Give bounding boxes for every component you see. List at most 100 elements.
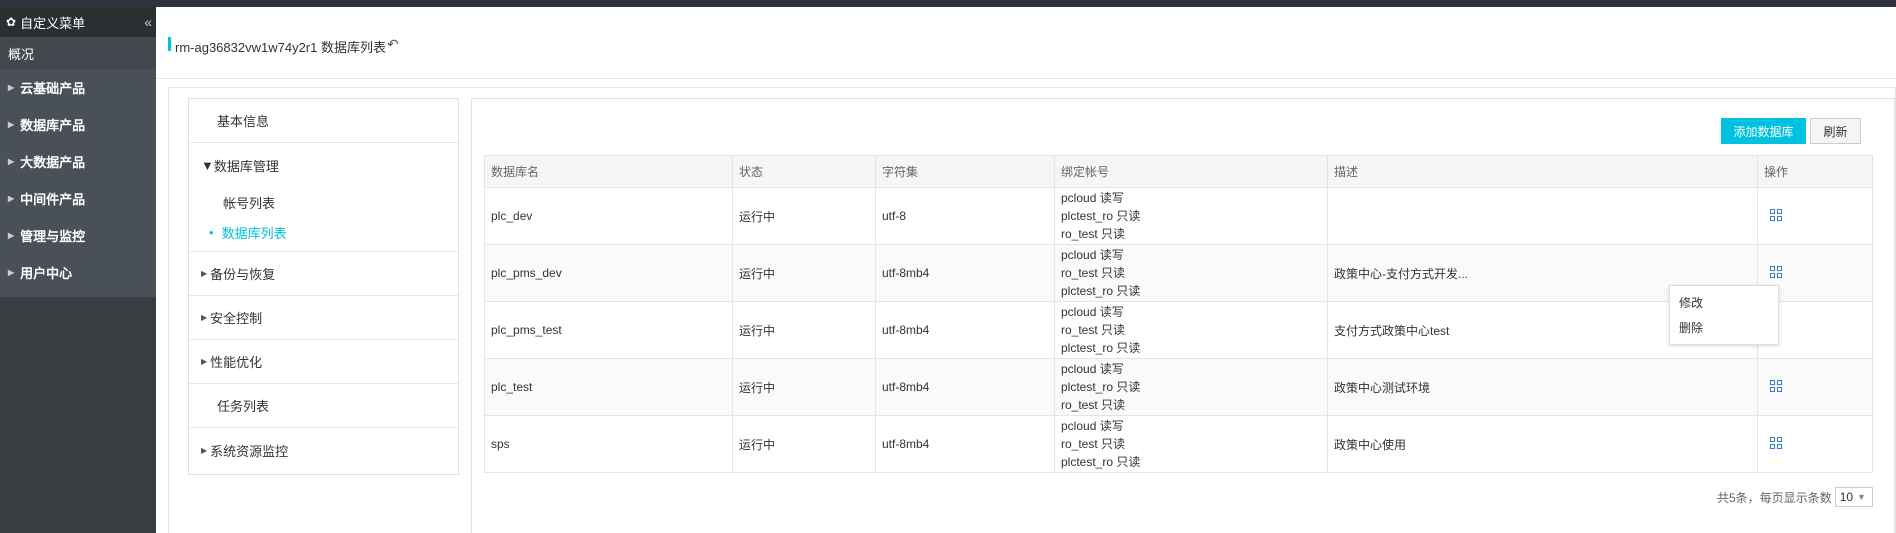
- nav-perf[interactable]: ▶ 性能优化: [189, 340, 458, 384]
- charset: utf-8mb4: [875, 358, 1055, 416]
- nav-label: 基本信息: [217, 114, 270, 129]
- sidebar-item-label: 用户中心: [20, 266, 73, 281]
- nav-group-db-mgmt: ▼ 数据库管理 帐号列表 • 数据库列表: [189, 143, 458, 252]
- nav-sys-monitor[interactable]: ▶ 系统资源监控: [189, 428, 458, 472]
- actions-cell: [1757, 187, 1873, 245]
- nav-backup[interactable]: ▶ 备份与恢复: [189, 252, 458, 296]
- db-name: plc_test: [484, 358, 733, 416]
- caret-right-icon: ▶: [8, 83, 15, 92]
- charset: utf-8mb4: [875, 415, 1055, 473]
- nav-db-list[interactable]: • 数据库列表: [189, 217, 458, 247]
- nav-label: 性能优化: [210, 355, 263, 370]
- sidebar-item-label: 中间件产品: [20, 192, 86, 207]
- sidebar-item-overview[interactable]: 概况: [0, 37, 156, 69]
- sidebar-empty: [0, 297, 156, 533]
- status-text: 运行中: [732, 244, 876, 302]
- account-entry: pcloud 读写: [1061, 419, 1124, 433]
- account-entry: ro_test 只读: [1061, 323, 1126, 337]
- status-text: 运行中: [732, 301, 876, 359]
- account-entry: ro_test 只读: [1061, 227, 1126, 241]
- account-entry: plctest_ro 只读: [1061, 209, 1141, 223]
- sidebar-item-monitoring[interactable]: ▶ 管理与监控: [0, 217, 156, 254]
- title-accent: [168, 37, 171, 51]
- add-database-button[interactable]: 添加数据库: [1721, 118, 1806, 144]
- description: [1327, 187, 1758, 245]
- charset: utf-8mb4: [875, 244, 1055, 302]
- refresh-button[interactable]: 刷新: [1810, 118, 1861, 144]
- nav-label: 数据库列表: [221, 225, 287, 241]
- sidebar-header-label: 自定义菜单: [20, 15, 86, 31]
- sidebar-item-bigdata[interactable]: ▶ 大数据产品: [0, 143, 156, 180]
- caret-right-icon: ▶: [201, 269, 208, 278]
- table-row: plc_pms_test 运行中 utf-8mb4 pcloud 读写 ro_t…: [484, 301, 1873, 359]
- account-entry: pcloud 读写: [1061, 362, 1124, 376]
- status-text: 运行中: [732, 358, 876, 416]
- sidebar-header[interactable]: ✿ 自定义菜单 «: [0, 7, 156, 37]
- grid-menu-icon[interactable]: [1770, 265, 1782, 278]
- grid-menu-icon[interactable]: [1770, 436, 1782, 449]
- charset: utf-8: [875, 187, 1055, 245]
- caret-right-icon: ▶: [8, 120, 15, 129]
- column-header: 操作: [1757, 155, 1873, 188]
- page-title: rm-ag36832vw1w74y2r1 数据库列表: [175, 40, 386, 55]
- grid-menu-icon[interactable]: [1770, 208, 1782, 221]
- description: 政策中心测试环境: [1327, 358, 1758, 416]
- caret-right-icon: ▶: [201, 445, 208, 455]
- sidebar-item-cloud-basic[interactable]: ▶ 云基础产品: [0, 69, 156, 106]
- sidebar-menu: ▶ 云基础产品 ▶ 数据库产品 ▶ 大数据产品 ▶ 中间件产品 ▶ 管理与监控 ▶ 用户中心: [0, 69, 156, 297]
- account-entry: plctest_ro 只读: [1061, 380, 1141, 394]
- nav-security[interactable]: ▶ 安全控制: [189, 296, 458, 340]
- db-name: plc_pms_dev: [484, 244, 733, 302]
- account-entry: pcloud 读写: [1061, 248, 1124, 262]
- sidebar-item-user-center[interactable]: ▶ 用户中心: [0, 254, 156, 291]
- caret-right-icon: ▶: [8, 231, 15, 240]
- database-table: 数据库名 状态 字符集 绑定帐号 描述 操作 plc_dev 运行中 utf-8…: [484, 155, 1873, 473]
- status-text: 运行中: [732, 415, 876, 473]
- caret-right-icon: ▶: [201, 313, 208, 322]
- bound-accounts: pcloud 读写 ro_test 只读 plctest_ro 只读: [1054, 244, 1328, 302]
- sidebar-item-database[interactable]: ▶ 数据库产品: [0, 106, 156, 143]
- nav-account-list[interactable]: 帐号列表: [189, 187, 458, 217]
- back-icon[interactable]: ↶: [387, 36, 399, 53]
- column-header: 字符集: [875, 155, 1055, 188]
- grid-menu-icon[interactable]: [1770, 379, 1782, 392]
- db-name: plc_pms_test: [484, 301, 733, 359]
- page-size-select[interactable]: 10 ▼: [1834, 487, 1873, 507]
- column-header: 描述: [1327, 155, 1758, 188]
- account-entry: plctest_ro 只读: [1061, 341, 1141, 355]
- sidebar-item-label: 管理与监控: [20, 229, 86, 244]
- nav-label: 帐号列表: [223, 195, 276, 211]
- nav-tasks[interactable]: 任务列表: [189, 384, 458, 428]
- top-bar: [0, 0, 1896, 7]
- sidebar-item-label: 云基础产品: [20, 81, 86, 96]
- instance-nav: 基本信息 ▼ 数据库管理 帐号列表 • 数据库列表 ▶ 备份与恢复 ▶ 安全控制 ▶ 性能…: [188, 98, 459, 475]
- column-header: 数据库名: [484, 155, 733, 188]
- account-entry: pcloud 读写: [1061, 305, 1124, 319]
- description: 政策中心使用: [1327, 415, 1758, 473]
- table-row: plc_dev 运行中 utf-8 pcloud 读写 plctest_ro 只…: [484, 187, 1873, 245]
- gear-icon: ✿: [6, 15, 17, 29]
- sidebar-item-label: 大数据产品: [20, 155, 86, 170]
- collapse-icon[interactable]: «: [144, 14, 152, 30]
- caret-right-icon: ▶: [8, 157, 15, 166]
- table-row: plc_pms_dev 运行中 utf-8mb4 pcloud 读写 ro_te…: [484, 244, 1873, 302]
- table-header: 数据库名 状态 字符集 绑定帐号 描述 操作: [484, 155, 1873, 188]
- nav-label: 任务列表: [217, 399, 270, 414]
- nav-db-mgmt[interactable]: ▼ 数据库管理: [189, 143, 458, 187]
- chevron-down-icon: ▼: [1857, 492, 1866, 502]
- sidebar-item-middleware[interactable]: ▶ 中间件产品: [0, 180, 156, 217]
- menu-item-edit[interactable]: 修改: [1670, 290, 1778, 315]
- caret-right-icon: ▶: [8, 194, 15, 203]
- caret-right-icon: ▶: [201, 357, 208, 366]
- sidebar-item-label: 概况: [8, 46, 35, 62]
- caret-down-icon: ▼: [201, 157, 214, 173]
- caret-right-icon: ▶: [8, 268, 15, 277]
- pagination: 共5条，每页显示条数 10 ▼: [1717, 487, 1873, 507]
- page-size-value: 10: [1839, 490, 1854, 504]
- nav-basic-info[interactable]: 基本信息: [189, 99, 458, 143]
- menu-item-delete[interactable]: 删除: [1670, 315, 1778, 340]
- charset: utf-8mb4: [875, 301, 1055, 359]
- action-popup-menu: 修改 删除: [1669, 285, 1779, 345]
- column-header: 绑定帐号: [1054, 155, 1328, 188]
- nav-label: 数据库管理: [213, 158, 279, 174]
